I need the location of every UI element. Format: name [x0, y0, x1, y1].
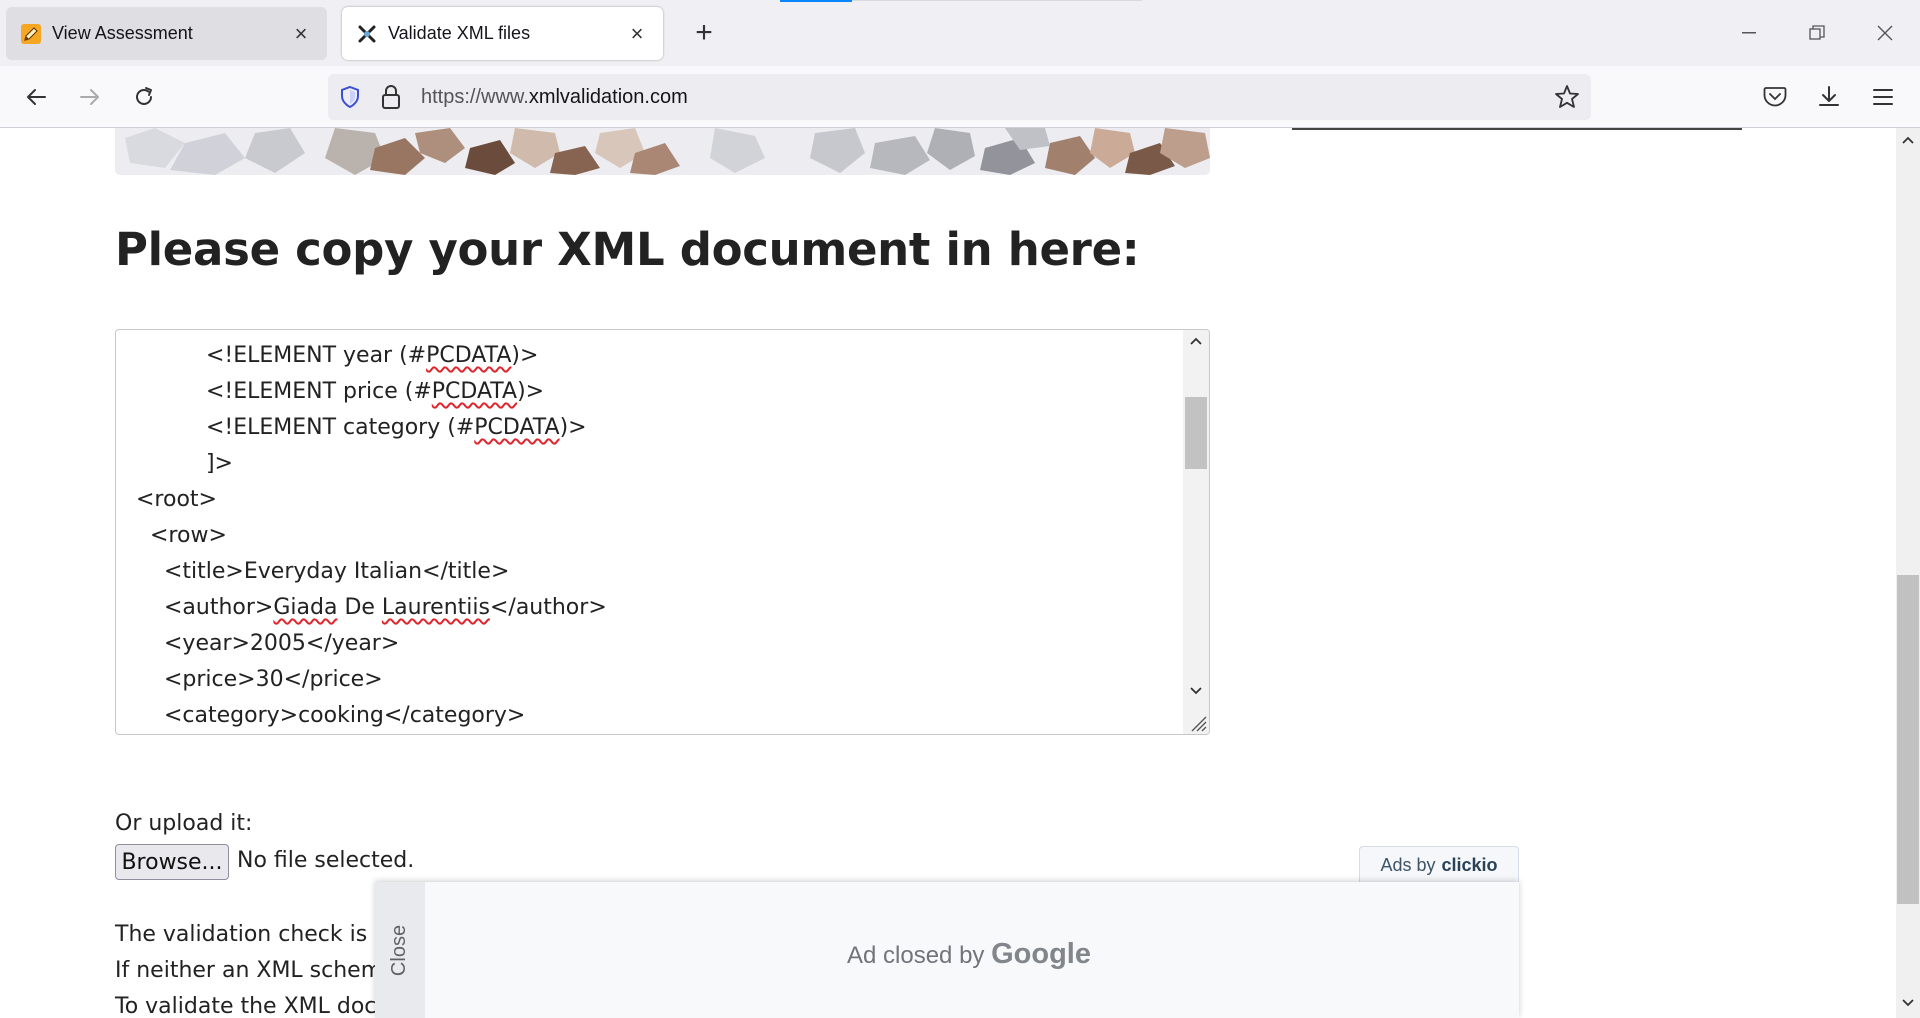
google-logo: Google: [991, 938, 1091, 970]
page-scrollbar[interactable]: [1896, 128, 1920, 1018]
xml-line: <!ELEMENT price (#PCDATA)>: [136, 374, 607, 410]
tab-loading-indicator: [780, 0, 852, 2]
file-status-text: No file selected.: [237, 848, 415, 873]
url-prefix: https://www.: [421, 86, 529, 108]
reload-icon[interactable]: [127, 80, 161, 114]
ad-closed-message: Ad closed by Google: [847, 938, 1091, 971]
pencil-icon: [20, 23, 42, 45]
page-scroll-up-arrow-icon[interactable]: [1899, 131, 1917, 149]
xml-text-content[interactable]: <!ELEMENT year (#PCDATA)> <!ELEMENT pric…: [136, 338, 607, 734]
info-paragraph-line: To validate the XML docu: [115, 994, 391, 1018]
lock-icon[interactable]: [380, 84, 402, 115]
bookmark-star-icon[interactable]: [1554, 84, 1580, 115]
hamburger-menu-icon[interactable]: [1866, 80, 1900, 114]
pocket-icon[interactable]: [1758, 80, 1792, 114]
xml-validation-icon: [356, 23, 378, 45]
misspelled-word: Giada: [273, 595, 338, 620]
tab-validate-xml[interactable]: Validate XML files ×: [342, 7, 663, 60]
xml-text: <author>: [163, 595, 274, 620]
sidebar-divider: [1292, 128, 1742, 130]
ads-by-prefix: Ads by: [1380, 855, 1436, 875]
scroll-down-arrow-icon[interactable]: [1187, 682, 1205, 700]
ad-close-label: Close: [388, 924, 411, 976]
xml-text: <!ELEMENT year (#: [205, 343, 427, 368]
tab-title: View Assessment: [52, 23, 193, 43]
minimize-icon[interactable]: [1726, 16, 1772, 50]
tab-view-assessment[interactable]: View Assessment ×: [6, 7, 327, 60]
info-paragraph-line: If neither an XML schema: [115, 958, 396, 983]
xml-text: <row>: [150, 523, 227, 548]
back-arrow-icon[interactable]: [19, 80, 53, 114]
xml-text: </author>: [489, 595, 607, 620]
tab-divider-line: [852, 0, 1142, 1]
xml-text: <root>: [136, 487, 217, 512]
xml-line: <!ELEMENT category (#PCDATA)>: [136, 410, 607, 446]
misspelled-word: Laurentiis: [381, 595, 490, 620]
textarea-scrollbar[interactable]: [1183, 330, 1209, 734]
misspelled-word: PCDATA: [474, 415, 560, 440]
xml-line: <root>: [136, 482, 607, 518]
xml-text: ]>: [205, 451, 233, 476]
page-scrollbar-thumb[interactable]: [1897, 575, 1919, 904]
navigation-toolbar: https://www.xmlvalidation.com: [0, 66, 1920, 128]
misspelled-word: PCDATA: [426, 343, 512, 368]
tab-title: Validate XML files: [388, 23, 531, 43]
xml-text: De: [337, 595, 382, 620]
xml-text: <!ELEMENT category (#: [205, 415, 475, 440]
xml-line: <author>Giada De Laurentiis</author>: [136, 590, 607, 626]
ad-banner: Close Ad closed by Google: [375, 882, 1519, 1018]
xml-text: )>: [517, 379, 545, 404]
page-scroll-down-arrow-icon[interactable]: [1899, 994, 1917, 1012]
url-text[interactable]: https://www.xmlvalidation.com: [421, 86, 688, 109]
url-domain: xmlvalidation.com: [528, 86, 688, 108]
xml-text: <!ELEMENT price (#: [205, 379, 432, 404]
page-title: Please copy your XML document in here:: [115, 223, 1140, 276]
xml-text: <year>2005</year>: [163, 631, 400, 656]
forward-arrow-icon[interactable]: [73, 80, 107, 114]
xml-line: <row>: [136, 518, 607, 554]
tab-strip: View Assessment × Validate XML files × +: [0, 0, 1920, 66]
xml-text: )>: [559, 415, 587, 440]
browse-button[interactable]: Browse...: [115, 844, 229, 880]
downloads-icon[interactable]: [1812, 80, 1846, 114]
xml-text: )>: [511, 343, 539, 368]
xml-line: <!ELEMENT year (#PCDATA)>: [136, 338, 607, 374]
xml-text: <category>cooking</category>: [163, 703, 526, 728]
xml-line: <price>30</price>: [136, 662, 607, 698]
xml-text: <title>Everyday Italian</title>: [163, 559, 510, 584]
resize-handle-icon[interactable]: [1187, 712, 1207, 732]
xml-line: ]>: [136, 446, 607, 482]
restore-icon[interactable]: [1794, 16, 1840, 50]
xml-input-textarea[interactable]: <!ELEMENT year (#PCDATA)> <!ELEMENT pric…: [115, 329, 1210, 735]
ad-close-button[interactable]: Close: [375, 882, 425, 1018]
tracking-protection-shield-icon[interactable]: [338, 85, 362, 114]
address-bar[interactable]: https://www.xmlvalidation.com: [328, 74, 1591, 120]
ad-closed-text: Ad closed by: [847, 942, 985, 969]
upload-label: Or upload it:: [115, 811, 253, 836]
window-close-icon[interactable]: [1862, 16, 1908, 50]
textarea-scrollbar-thumb[interactable]: [1185, 397, 1207, 469]
scroll-up-arrow-icon[interactable]: [1187, 332, 1205, 350]
xml-line: <category>cooking</category>: [136, 698, 607, 734]
xml-text: <price>30</price>: [163, 667, 383, 692]
info-paragraph-line: The validation check is pe: [115, 922, 402, 947]
new-tab-button[interactable]: +: [688, 18, 720, 50]
close-icon[interactable]: ×: [625, 21, 649, 46]
ads-by-clickio-label[interactable]: Ads by clickio: [1359, 846, 1519, 884]
xml-line: <title>Everyday Italian</title>: [136, 554, 607, 590]
close-icon[interactable]: ×: [289, 21, 313, 46]
clickio-brand: clickio: [1441, 855, 1498, 875]
xml-line: <year>2005</year>: [136, 626, 607, 662]
misspelled-word: PCDATA: [431, 379, 518, 404]
site-banner-image: [115, 128, 1210, 175]
